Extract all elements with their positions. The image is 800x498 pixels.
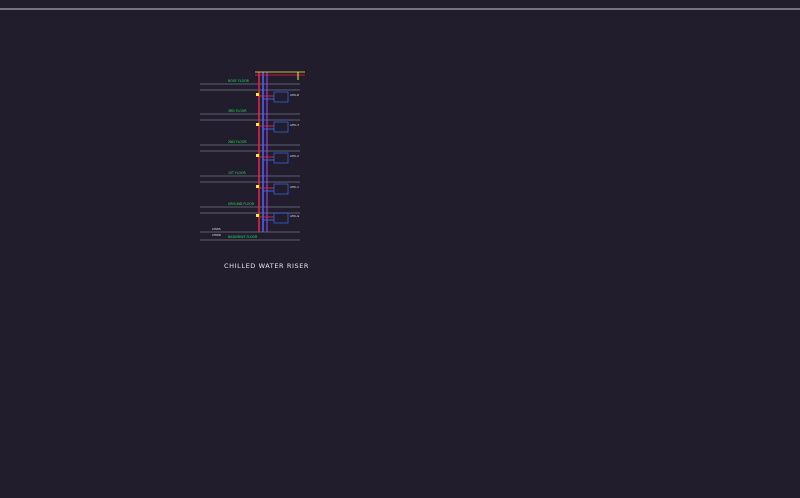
svg-text:CHWS: CHWS — [212, 227, 221, 231]
svg-text:BASEMENT FLOOR: BASEMENT FLOOR — [228, 235, 258, 239]
svg-text:CHWR: CHWR — [212, 233, 221, 237]
drawing-background — [0, 0, 800, 498]
riser-title: CHILLED WATER RISER — [224, 262, 310, 270]
svg-text:AHU-R: AHU-R — [290, 93, 299, 97]
svg-text:3RD FLOOR: 3RD FLOOR — [228, 109, 247, 113]
svg-text:AHU-3: AHU-3 — [290, 123, 299, 127]
svg-text:2ND FLOOR: 2ND FLOOR — [228, 140, 247, 144]
svg-text:AHU-2: AHU-2 — [290, 154, 299, 158]
svg-text:AHU-G: AHU-G — [290, 214, 299, 218]
svg-text:1ST FLOOR: 1ST FLOOR — [228, 171, 247, 175]
svg-text:ROOF FLOOR: ROOF FLOOR — [228, 79, 250, 83]
cad-drawing-canvas[interactable]: ROOF FLOOR 3RD FLOOR 2ND FLOOR 1ST FLOOR… — [0, 0, 800, 498]
svg-text:GROUND FLOOR: GROUND FLOOR — [228, 202, 255, 206]
svg-text:AHU-1: AHU-1 — [290, 185, 299, 189]
